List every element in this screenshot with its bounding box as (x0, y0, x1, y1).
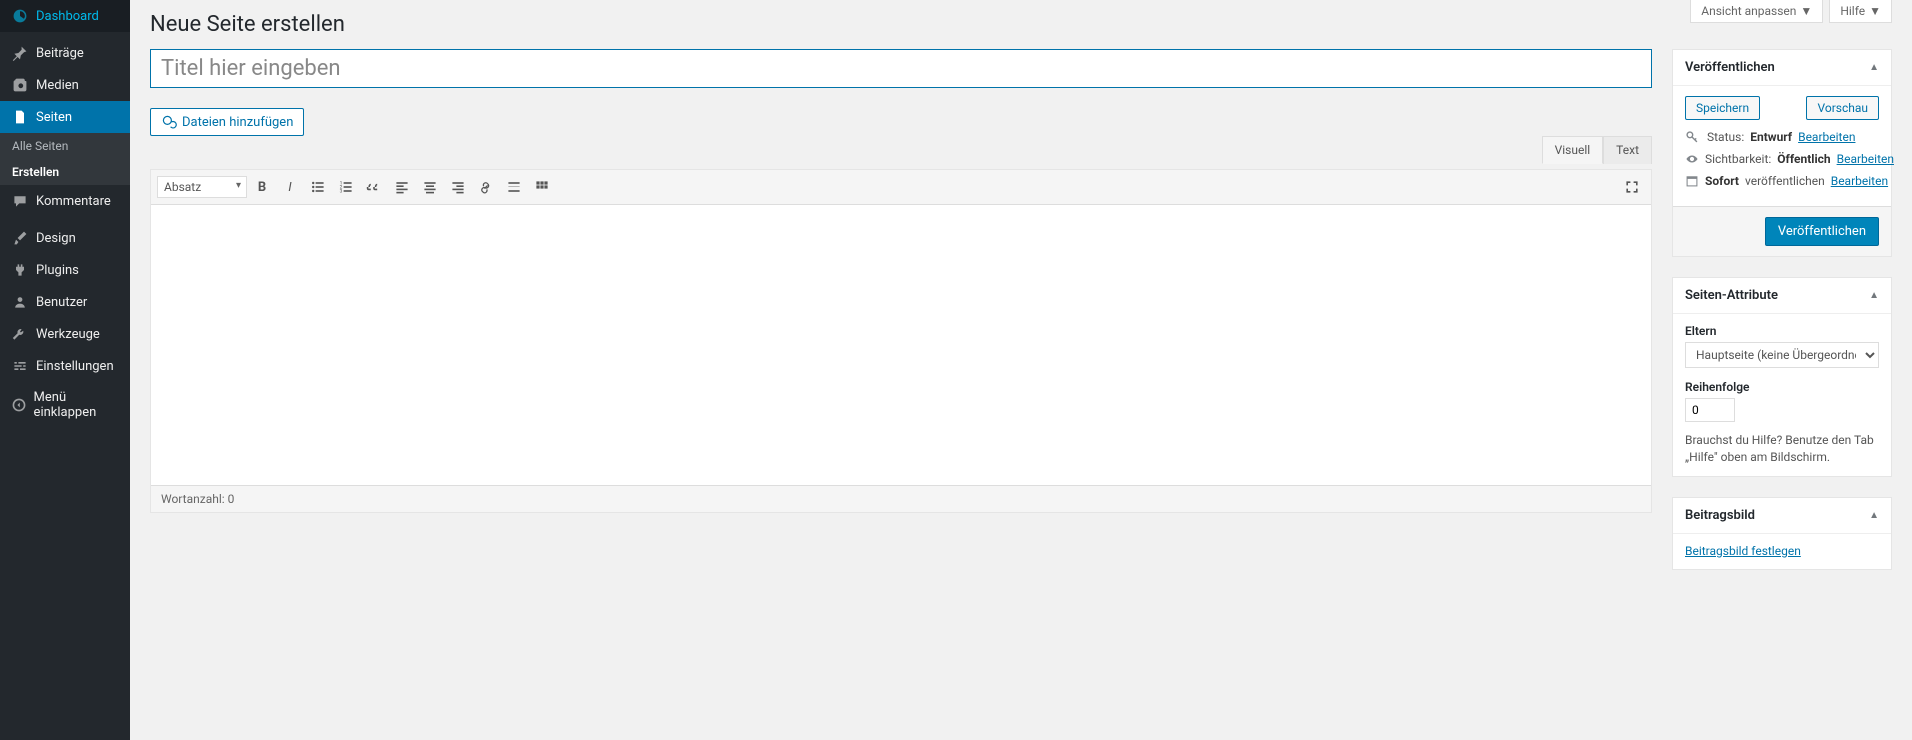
media-add-icon (161, 114, 177, 130)
editor-container: Absatz B I 123 (150, 169, 1652, 513)
dashboard-icon (10, 8, 30, 24)
sidebar-item-tools[interactable]: Werkzeuge (0, 318, 130, 350)
featured-image-metabox: Beitragsbild ▲ Beitragsbild festlegen (1672, 497, 1892, 570)
readmore-button[interactable] (501, 174, 527, 200)
sidebar-label: Werkzeuge (36, 327, 100, 342)
sidebar-label: Kommentare (36, 194, 111, 209)
sidebar-sub-new-page[interactable]: Erstellen (0, 159, 130, 185)
link-button[interactable] (473, 174, 499, 200)
word-count: Wortanzahl: 0 (151, 485, 1651, 512)
collapse-toggle[interactable]: ▲ (1869, 62, 1879, 73)
align-right-button[interactable] (445, 174, 471, 200)
status-row: Status: Entwurf Bearbeiten (1685, 130, 1879, 144)
edit-status-link[interactable]: Bearbeiten (1798, 130, 1855, 144)
publish-metabox: Veröffentlichen ▲ Speichern Vorschau Sta… (1672, 49, 1892, 257)
svg-text:3: 3 (340, 189, 343, 195)
order-label: Reihenfolge (1685, 380, 1879, 394)
collapse-toggle[interactable]: ▲ (1869, 290, 1879, 301)
parent-select[interactable]: Hauptseite (keine Übergeordnete) (1685, 342, 1879, 368)
user-icon (10, 294, 30, 310)
main-content: Ansicht anpassen ▼ Hilfe ▼ Neue Seite er… (130, 0, 1912, 740)
tab-visual[interactable]: Visuell (1542, 136, 1604, 164)
format-select-wrap: Absatz (157, 176, 247, 198)
sidebar-item-appearance[interactable]: Design (0, 222, 130, 254)
admin-sidebar: Dashboard Beiträge Medien Seiten Alle Se… (0, 0, 130, 740)
sidebar-item-comments[interactable]: Kommentare (0, 185, 130, 217)
sidebar-label: Seiten (36, 110, 72, 125)
pin-icon (10, 45, 30, 61)
attributes-help: Brauchst du Hilfe? Benutze den Tab „Hilf… (1685, 432, 1879, 466)
sidebar-label: Beiträge (36, 46, 84, 61)
quote-button[interactable] (361, 174, 387, 200)
eye-icon (1685, 152, 1699, 166)
comment-icon (10, 193, 30, 209)
italic-button[interactable]: I (277, 174, 303, 200)
wrench-icon (10, 326, 30, 342)
sidebar-item-users[interactable]: Benutzer (0, 286, 130, 318)
editor-textarea[interactable] (151, 205, 1651, 485)
schedule-row: Sofort veröffentlichen Bearbeiten (1685, 174, 1879, 188)
sidebar-item-pages[interactable]: Seiten (0, 101, 130, 133)
sidebar-label: Benutzer (36, 295, 87, 310)
sidebar-label: Menü einklappen (34, 390, 120, 420)
edit-visibility-link[interactable]: Bearbeiten (1837, 152, 1894, 166)
sidebar-item-collapse[interactable]: Menü einklappen (0, 382, 130, 428)
sidebar-item-settings[interactable]: Einstellungen (0, 350, 130, 382)
save-draft-button[interactable]: Speichern (1685, 96, 1760, 120)
preview-button[interactable]: Vorschau (1806, 96, 1879, 120)
sidebar-sub-all-pages[interactable]: Alle Seiten (0, 133, 130, 159)
visibility-row: Sichtbarkeit: Öffentlich Bearbeiten (1685, 152, 1879, 166)
attributes-title: Seiten-Attribute (1685, 288, 1778, 303)
sidebar-item-media[interactable]: Medien (0, 69, 130, 101)
publish-button[interactable]: Veröffentlichen (1765, 217, 1879, 246)
set-featured-image-link[interactable]: Beitragsbild festlegen (1685, 544, 1801, 558)
collapse-icon (10, 397, 28, 413)
editor-mode-tabs: Visuell Text (150, 136, 1652, 164)
format-select[interactable]: Absatz (157, 176, 247, 198)
media-icon (10, 77, 30, 93)
parent-label: Eltern (1685, 324, 1879, 338)
tab-text[interactable]: Text (1603, 136, 1652, 164)
page-title: Neue Seite erstellen (150, 0, 1892, 37)
featured-title: Beitragsbild (1685, 508, 1755, 523)
sidebar-label: Dashboard (36, 9, 99, 24)
brush-icon (10, 230, 30, 246)
toolbar-toggle-button[interactable] (529, 174, 555, 200)
collapse-toggle[interactable]: ▲ (1869, 510, 1879, 521)
sidebar-item-posts[interactable]: Beiträge (0, 37, 130, 69)
align-center-button[interactable] (417, 174, 443, 200)
help-tab[interactable]: Hilfe ▼ (1829, 0, 1892, 23)
title-input[interactable] (150, 49, 1652, 88)
bullet-list-button[interactable] (305, 174, 331, 200)
order-input[interactable] (1685, 398, 1735, 422)
key-icon (1685, 130, 1701, 144)
sidebar-item-plugins[interactable]: Plugins (0, 254, 130, 286)
fullscreen-button[interactable] (1619, 174, 1645, 200)
screen-options-tab[interactable]: Ansicht anpassen ▼ (1690, 0, 1823, 23)
bold-button[interactable]: B (249, 174, 275, 200)
plug-icon (10, 262, 30, 278)
sidebar-label: Plugins (36, 263, 79, 278)
attributes-metabox: Seiten-Attribute ▲ Eltern Hauptseite (ke… (1672, 277, 1892, 477)
calendar-icon (1685, 174, 1699, 188)
sidebar-label: Design (36, 231, 76, 246)
publish-title: Veröffentlichen (1685, 60, 1775, 75)
sidebar-submenu-pages: Alle Seiten Erstellen (0, 133, 130, 185)
add-media-button[interactable]: Dateien hinzufügen (150, 108, 304, 136)
sidebar-label: Einstellungen (36, 359, 114, 374)
align-left-button[interactable] (389, 174, 415, 200)
screen-meta-tabs: Ansicht anpassen ▼ Hilfe ▼ (1690, 0, 1892, 23)
sidebar-label: Medien (36, 78, 79, 93)
edit-schedule-link[interactable]: Bearbeiten (1831, 174, 1888, 188)
chevron-down-icon: ▼ (1800, 4, 1812, 18)
number-list-button[interactable]: 123 (333, 174, 359, 200)
pages-icon (10, 109, 30, 125)
chevron-down-icon: ▼ (1869, 4, 1881, 18)
sidebar-item-dashboard[interactable]: Dashboard (0, 0, 130, 32)
sliders-icon (10, 358, 30, 374)
editor-toolbar: Absatz B I 123 (151, 170, 1651, 205)
